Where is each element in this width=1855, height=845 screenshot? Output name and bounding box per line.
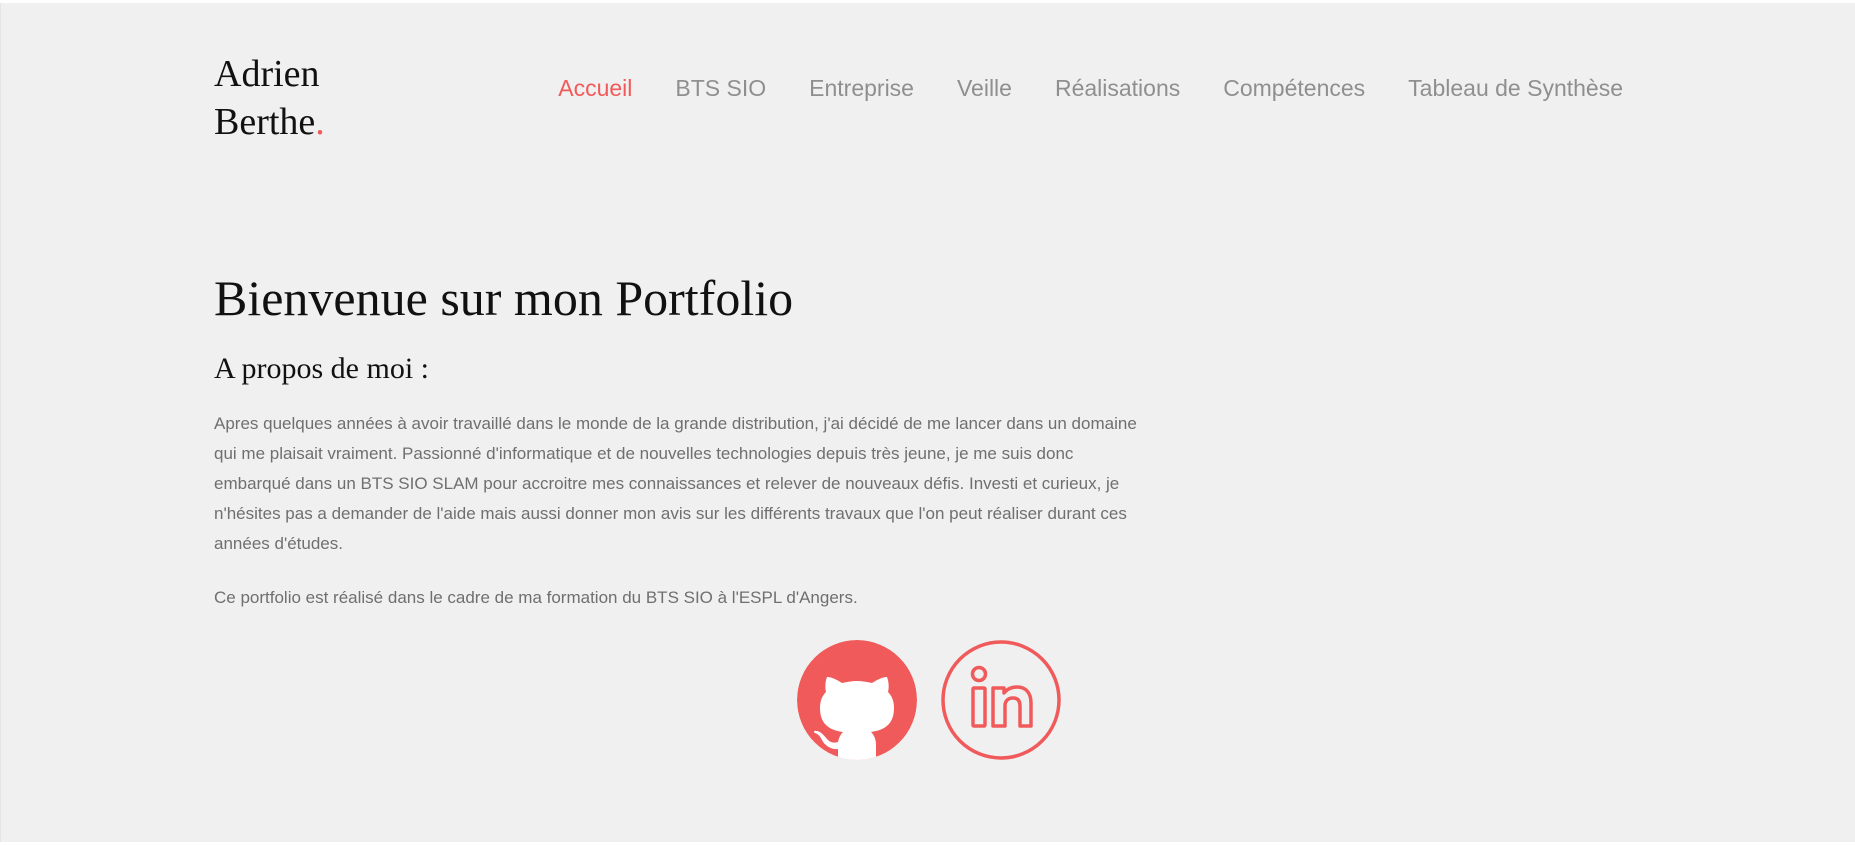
portfolio-note: Ce portfolio est réalisé dans le cadre d… [214, 588, 858, 607]
nav-link-competences[interactable]: Compétences [1223, 75, 1365, 101]
logo-last-name: Berthe [214, 101, 316, 143]
nav-item-veille: Veille [957, 67, 1012, 109]
page: Adrien Berthe. Accueil BTS SIO Entrepris… [0, 3, 1855, 842]
nav-link-realisations[interactable]: Réalisations [1055, 75, 1180, 101]
about-heading: A propos de moi : [214, 352, 429, 385]
github-icon [797, 640, 917, 760]
nav-item-competences: Compétences [1223, 67, 1365, 109]
github-link[interactable] [797, 640, 917, 760]
logo-first-name: Adrien [214, 53, 320, 95]
linkedin-link[interactable] [941, 640, 1061, 760]
nav-link-accueil[interactable]: Accueil [558, 75, 632, 101]
page-title: Bienvenue sur mon Portfolio [214, 270, 794, 326]
main-nav: Accueil BTS SIO Entreprise Veille Réalis… [558, 67, 1623, 109]
nav-item-bts-sio: BTS SIO [675, 67, 766, 109]
nav-item-entreprise: Entreprise [809, 67, 914, 109]
linkedin-icon [941, 640, 1061, 760]
nav-link-bts-sio[interactable]: BTS SIO [675, 75, 766, 101]
nav-link-tableau-de-synthese[interactable]: Tableau de Synthèse [1408, 75, 1623, 101]
nav-link-entreprise[interactable]: Entreprise [809, 75, 914, 101]
about-paragraph: Apres quelques années à avoir travaillé … [214, 414, 1137, 553]
nav-item-accueil: Accueil [558, 67, 632, 109]
social-links [797, 640, 1061, 760]
nav-link-veille[interactable]: Veille [957, 75, 1012, 101]
site-logo[interactable]: Adrien Berthe. [214, 50, 325, 146]
logo-dot: . [315, 101, 325, 143]
nav-item-tableau-de-synthese: Tableau de Synthèse [1408, 67, 1623, 109]
nav-item-realisations: Réalisations [1055, 67, 1180, 109]
